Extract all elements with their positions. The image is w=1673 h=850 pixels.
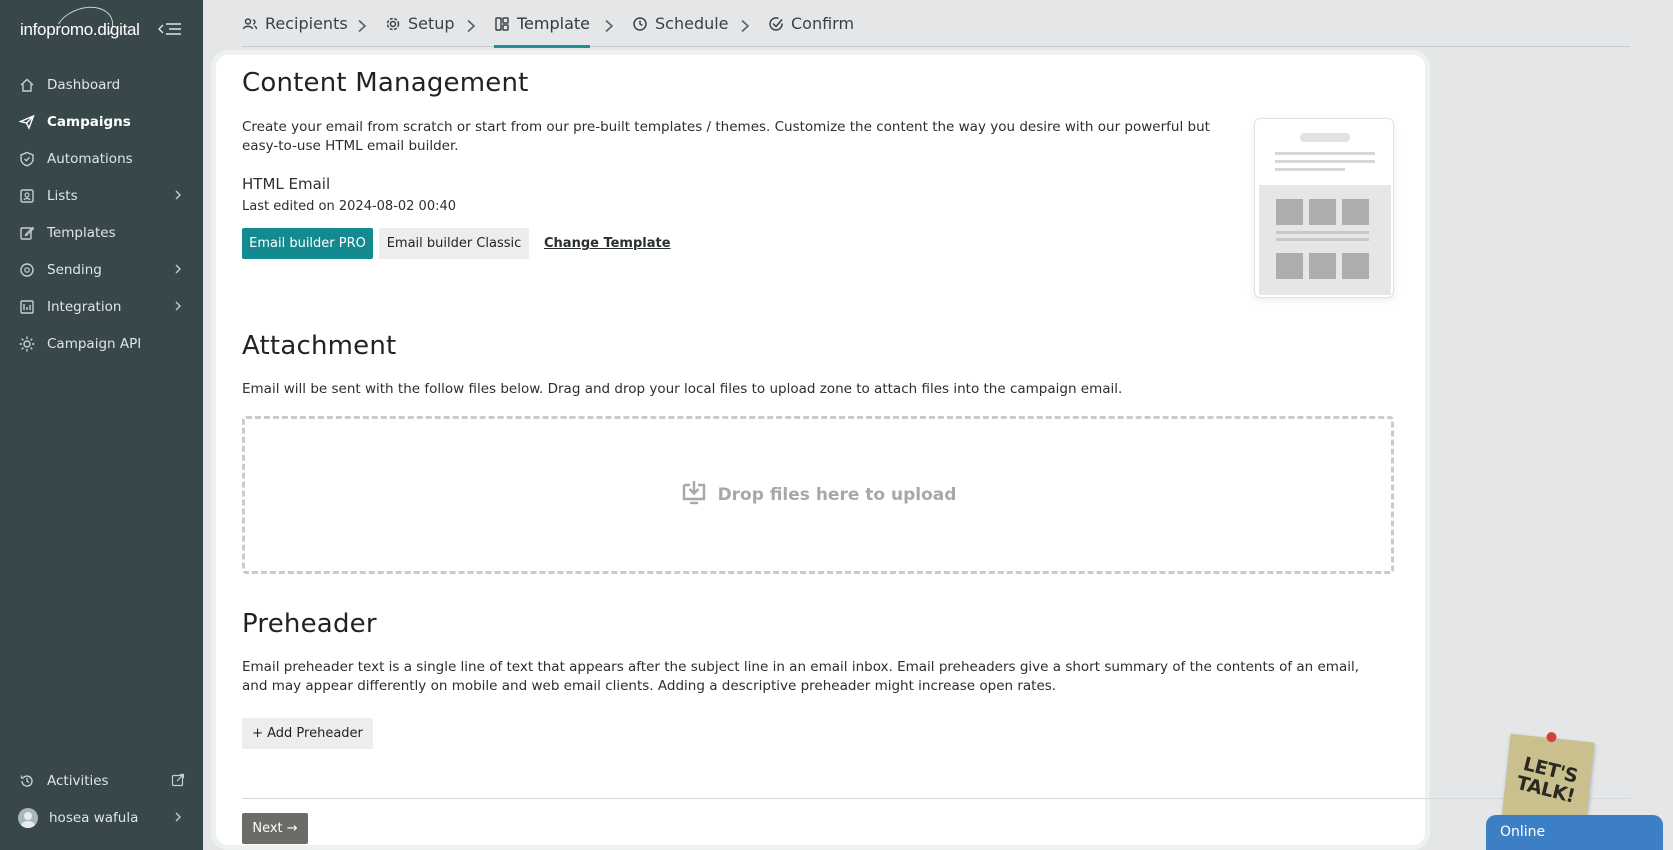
sidebar-item-sending[interactable]: Sending — [0, 251, 203, 288]
shield-check-icon — [18, 150, 36, 168]
sidebar-item-templates[interactable]: Templates — [0, 214, 203, 251]
contact-list-icon — [18, 187, 36, 205]
step-label: Confirm — [791, 14, 855, 33]
step-setup[interactable]: Setup — [385, 0, 455, 47]
step-label: Schedule — [655, 14, 729, 33]
chevron-right-icon — [173, 300, 183, 312]
sidebar-item-activities[interactable]: Activities — [0, 762, 203, 799]
template-preview-image — [1259, 133, 1391, 295]
step-confirm[interactable]: Confirm — [768, 0, 854, 47]
sidebar-item-automations[interactable]: Automations — [0, 140, 203, 177]
sidebar-bottom: Activities hosea wafula — [0, 762, 203, 836]
gear-icon — [385, 16, 401, 32]
change-template-link[interactable]: Change Template — [544, 236, 671, 251]
step-template[interactable]: Template — [494, 0, 591, 48]
attachment-title: Attachment — [242, 331, 397, 361]
logo-swoosh-icon — [48, 0, 120, 59]
lets-talk-text: LET'S TALK! — [1514, 752, 1580, 808]
sidebar-item-label: Sending — [47, 261, 102, 278]
email-builder-pro-button[interactable]: Email builder PRO — [242, 228, 373, 259]
chevron-right-icon — [173, 263, 183, 275]
history-icon — [18, 772, 36, 790]
integration-icon — [18, 298, 36, 316]
sidebar-item-label: Templates — [47, 224, 116, 241]
chevron-right-icon — [740, 18, 750, 33]
sidebar-item-label: Automations — [47, 150, 133, 167]
step-recipients[interactable]: Recipients — [242, 0, 348, 47]
sidebar-item-campaigns[interactable]: Campaigns — [0, 103, 203, 140]
edit-icon — [18, 224, 36, 242]
preheader-title: Preheader — [242, 609, 377, 639]
users-icon — [242, 16, 258, 32]
chevron-right-icon — [173, 189, 183, 201]
dropzone-label: Drop files here to upload — [717, 485, 957, 505]
sidebar: infopromo.digital Dashboard Campaigns Au… — [0, 0, 203, 850]
sidebar-item-label: Dashboard — [47, 76, 121, 93]
lets-talk-note[interactable]: LET'S TALK! — [1501, 731, 1595, 827]
add-preheader-button[interactable]: + Add Preheader — [242, 718, 373, 749]
sidebar-item-label: Activities — [47, 772, 109, 789]
chevron-right-icon — [173, 811, 183, 823]
clock-icon — [632, 16, 648, 32]
upload-icon — [680, 480, 708, 510]
chat-online-bar[interactable]: Online — [1486, 815, 1663, 850]
collapse-sidebar-icon[interactable] — [157, 18, 183, 40]
content-description: Create your email from scratch or start … — [242, 119, 1210, 154]
step-label: Setup — [408, 14, 455, 33]
content-management-title: Content Management — [242, 68, 529, 98]
email-type-label: HTML Email — [242, 175, 331, 193]
step-label: Recipients — [265, 14, 348, 33]
file-dropzone[interactable]: Drop files here to upload — [242, 416, 1394, 574]
template-preview-thumbnail[interactable] — [1254, 118, 1394, 298]
brand-logo[interactable]: infopromo.digital — [20, 0, 140, 59]
sidebar-item-label: Campaign API — [47, 335, 142, 352]
step-schedule[interactable]: Schedule — [632, 0, 729, 47]
sidebar-item-dashboard[interactable]: Dashboard — [0, 66, 203, 103]
sidebar-item-lists[interactable]: Lists — [0, 177, 203, 214]
chevron-right-icon — [604, 18, 614, 33]
home-icon — [18, 76, 36, 94]
sending-icon — [18, 261, 36, 279]
chevron-right-icon — [357, 18, 367, 33]
chevron-right-icon — [466, 18, 476, 33]
gear-api-icon — [18, 335, 36, 353]
last-edited-text: Last edited on 2024-08-02 00:40 — [242, 199, 457, 214]
preheader-description: Email preheader text is a single line of… — [242, 659, 1360, 694]
layout-icon — [494, 16, 510, 32]
user-menu[interactable]: hosea wafula — [0, 799, 203, 836]
external-link-icon[interactable] — [171, 773, 185, 787]
sidebar-item-integration[interactable]: Integration — [0, 288, 203, 325]
pin-icon — [1546, 731, 1557, 743]
step-label: Template — [517, 14, 591, 33]
sidebar-item-label: Integration — [47, 298, 122, 315]
sidebar-item-label: Campaigns — [47, 113, 131, 130]
attachment-description: Email will be sent with the follow files… — [242, 381, 1123, 397]
paper-plane-icon — [18, 113, 36, 131]
sidebar-nav: Dashboard Campaigns Automations Lists Te… — [0, 66, 203, 362]
footer-divider — [242, 798, 1630, 799]
sidebar-item-campaign-api[interactable]: Campaign API — [0, 325, 203, 362]
email-builder-classic-button[interactable]: Email builder Classic — [379, 228, 529, 259]
wizard-steps: Recipients Setup Template Schedule Confi… — [242, 0, 1630, 48]
avatar — [18, 807, 38, 828]
sidebar-item-label: Lists — [47, 187, 78, 204]
next-button[interactable]: Next → — [242, 813, 308, 844]
check-circle-icon — [768, 16, 784, 32]
user-name: hosea wafula — [49, 809, 139, 826]
